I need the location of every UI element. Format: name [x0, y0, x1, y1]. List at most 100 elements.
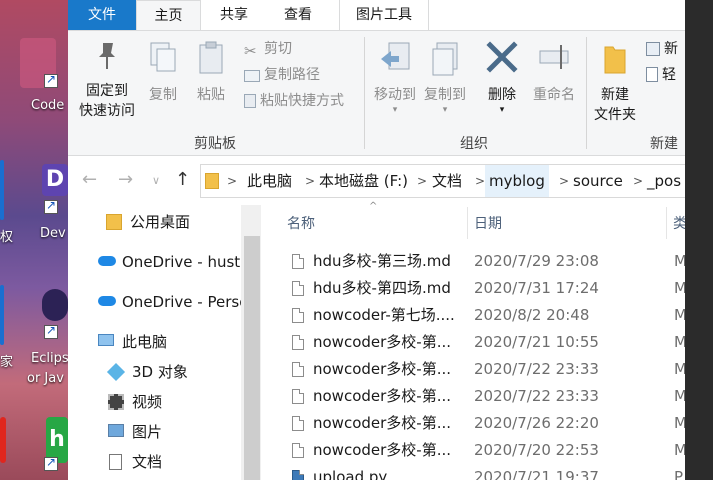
desktop-icon-bottom[interactable]: h	[0, 415, 68, 480]
breadcrumb-myblog[interactable]: myblog	[485, 165, 549, 197]
file-row[interactable]: hdu多校-第四场.md 2020/7/31 17:24 M	[287, 275, 697, 302]
breadcrumb-source[interactable]: source	[573, 165, 623, 197]
rename-button[interactable]: 重命名	[528, 39, 580, 105]
cube-icon	[106, 362, 126, 382]
column-divider[interactable]	[666, 207, 667, 239]
file-name: nowcoder多校-第...	[313, 441, 452, 459]
rename-icon	[539, 45, 569, 69]
breadcrumb-chevron-icon[interactable]: >	[227, 165, 237, 197]
nav-item-label: 此电脑	[122, 333, 168, 351]
markdown-file-icon	[292, 254, 304, 269]
file-row[interactable]: hdu多校-第三场.md 2020/7/29 23:08 M	[287, 248, 697, 275]
navigation-pane: 公用桌面 OneDrive - hust.e OneDrive - Perso …	[68, 205, 260, 480]
file-row[interactable]: upload.py 2020/7/21 19:37 P	[287, 464, 697, 480]
breadcrumb-documents[interactable]: 文档	[432, 165, 462, 197]
move-to-button[interactable]: 移动到 ▾	[370, 39, 420, 115]
file-row[interactable]: nowcoder多校-第... 2020/7/26 22:20 M	[287, 410, 697, 437]
markdown-file-icon	[292, 308, 304, 323]
new-item-button[interactable]: 新	[646, 37, 678, 61]
copy-path-button[interactable]: 复制路径	[244, 63, 320, 87]
tab-home[interactable]: 主页	[136, 0, 201, 31]
move-to-icon	[381, 42, 410, 70]
background-window-edge	[685, 0, 713, 480]
file-name: nowcoder多校-第...	[313, 333, 452, 351]
organize-group-label: 组织	[460, 136, 488, 152]
ribbon-tabs: 文件 主页 共享 查看 图片工具	[68, 0, 685, 31]
desktop-icon-code[interactable]: Code	[0, 30, 68, 120]
new-item-label: 新	[664, 41, 678, 57]
back-arrow-icon[interactable]: ←	[82, 169, 97, 190]
nav-pane-scroll-thumb[interactable]	[244, 236, 260, 480]
address-bar[interactable]: > 此电脑 > 本地磁盘 (F:) > 文档 > myblog > source…	[200, 164, 700, 198]
copy-to-icon	[432, 42, 458, 76]
desktop-icon-eclipse[interactable]: 家 Eclips or Jav	[0, 285, 68, 395]
nav-item-label: 视频	[132, 393, 163, 411]
file-date: 2020/7/21 10:55	[474, 333, 599, 351]
tab-view[interactable]: 查看	[267, 0, 329, 30]
cut-button[interactable]: ✂ 剪切	[244, 37, 292, 61]
shortcut-arrow-icon	[44, 198, 58, 214]
up-arrow-icon[interactable]: ↑	[175, 169, 190, 190]
breadcrumb-chevron-icon[interactable]: >	[633, 165, 643, 197]
recent-locations-chevron-icon[interactable]: ∨	[152, 174, 160, 187]
markdown-file-icon	[292, 389, 304, 404]
file-row[interactable]: nowcoder多校-第... 2020/7/20 22:53 M	[287, 437, 697, 464]
easy-access-label: 轻	[662, 67, 676, 83]
desktop-icon-dev[interactable]: D Dev 权	[0, 160, 68, 250]
file-row[interactable]: nowcoder-第七场.... 2020/8/2 20:48 M	[287, 302, 697, 329]
copy-path-label: 复制路径	[264, 67, 320, 83]
forward-arrow-icon[interactable]: →	[118, 169, 133, 190]
column-header-date[interactable]: 日期	[474, 213, 502, 233]
breadcrumb-chevron-icon[interactable]: >	[417, 165, 427, 197]
paste-shortcut-button[interactable]: 粘贴快捷方式	[244, 89, 344, 113]
breadcrumb-chevron-icon[interactable]: >	[305, 165, 315, 197]
desktop-background: Code D Dev 权 家 Eclips or Jav h	[0, 0, 68, 480]
new-folder-button[interactable]: 新建 文件夹	[590, 39, 640, 125]
breadcrumb-this-pc[interactable]: 此电脑	[247, 165, 292, 197]
pin-icon	[99, 43, 115, 69]
scissors-icon: ✂	[244, 42, 257, 60]
file-date: 2020/7/31 17:24	[474, 279, 599, 297]
new-folder-label-2: 文件夹	[594, 107, 636, 123]
clipboard-icon	[199, 41, 223, 74]
tab-file[interactable]: 文件	[68, 0, 136, 30]
breadcrumb-chevron-icon[interactable]: >	[559, 165, 569, 197]
tab-picture-tools[interactable]: 图片工具	[339, 0, 429, 30]
shortcut-arrow-icon	[44, 323, 58, 339]
shortcut-arrow-icon	[44, 72, 58, 88]
file-row[interactable]: nowcoder多校-第... 2020/7/22 23:33 M	[287, 383, 697, 410]
desktop-icon-label: 权	[0, 230, 14, 245]
chevron-down-icon: ▾	[442, 105, 448, 115]
breadcrumb-posts[interactable]: _pos	[647, 165, 681, 197]
paste-shortcut-label: 粘贴快捷方式	[260, 93, 344, 109]
column-divider[interactable]	[467, 207, 468, 239]
file-row[interactable]: nowcoder多校-第... 2020/7/21 10:55 M	[287, 329, 697, 356]
file-date: 2020/7/22 23:33	[474, 387, 599, 405]
file-date: 2020/7/22 23:33	[474, 360, 599, 378]
copy-to-button[interactable]: 复制到 ▾	[420, 39, 470, 115]
desktop-icon-label: or Jav	[27, 371, 64, 386]
group-divider	[364, 37, 365, 149]
file-name: upload.py	[313, 468, 388, 480]
chevron-down-icon: ▾	[499, 105, 505, 115]
app-edge-icon	[0, 160, 4, 220]
copy-to-label: 复制到	[424, 87, 466, 103]
devcpp-icon: D	[42, 164, 68, 196]
markdown-file-icon	[292, 335, 304, 350]
file-name: nowcoder多校-第...	[313, 387, 452, 405]
column-header-name[interactable]: 名称	[287, 213, 315, 233]
breadcrumb-drive-f[interactable]: 本地磁盘 (F:)	[319, 165, 408, 197]
nav-item-label: 图片	[132, 423, 163, 441]
paste-button[interactable]: 粘贴	[190, 39, 232, 105]
new-item-icon	[646, 42, 660, 56]
file-row[interactable]: nowcoder多校-第... 2020/7/22 23:33 M	[287, 356, 697, 383]
copy-icon	[150, 42, 176, 72]
new-folder-label-1: 新建	[601, 87, 629, 103]
delete-button[interactable]: 删除 ▾	[480, 39, 524, 115]
easy-access-button[interactable]: 轻	[646, 63, 676, 87]
pin-to-quick-access-button[interactable]: 固定到 快速访问	[72, 39, 142, 121]
breadcrumb-chevron-icon[interactable]: >	[475, 165, 485, 197]
tab-share[interactable]: 共享	[205, 0, 263, 30]
copy-button[interactable]: 复制	[142, 39, 184, 105]
new-folder-icon	[604, 46, 626, 74]
